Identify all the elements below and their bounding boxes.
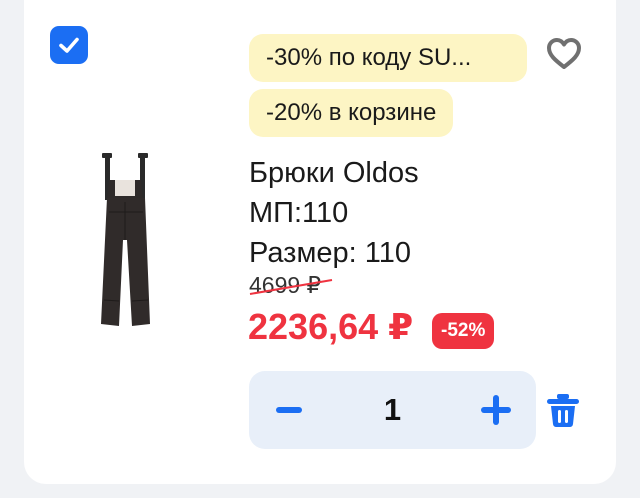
product-image[interactable]	[95, 150, 159, 332]
quantity-stepper: 1	[249, 371, 536, 449]
select-item-checkbox[interactable]	[50, 26, 88, 64]
product-title[interactable]: Брюки Oldos	[249, 157, 419, 190]
discount-badge: -52%	[432, 313, 495, 349]
promo-badge-cart: -20% в корзине	[249, 89, 454, 137]
heart-icon[interactable]	[544, 34, 584, 74]
plus-icon[interactable]	[476, 390, 516, 430]
checkmark-icon	[59, 37, 79, 53]
promo-badge-code: -30% по коду SU...	[249, 34, 527, 82]
strikethrough-line	[249, 279, 333, 295]
product-attribute-size: Размер: 110	[249, 237, 412, 269]
trash-icon[interactable]	[544, 391, 582, 429]
product-attribute-mp: МП:110	[249, 197, 349, 229]
minus-icon[interactable]	[269, 390, 309, 430]
current-price: 2236,64 ₽	[248, 306, 414, 347]
old-price: 4699 ₽	[249, 272, 333, 299]
